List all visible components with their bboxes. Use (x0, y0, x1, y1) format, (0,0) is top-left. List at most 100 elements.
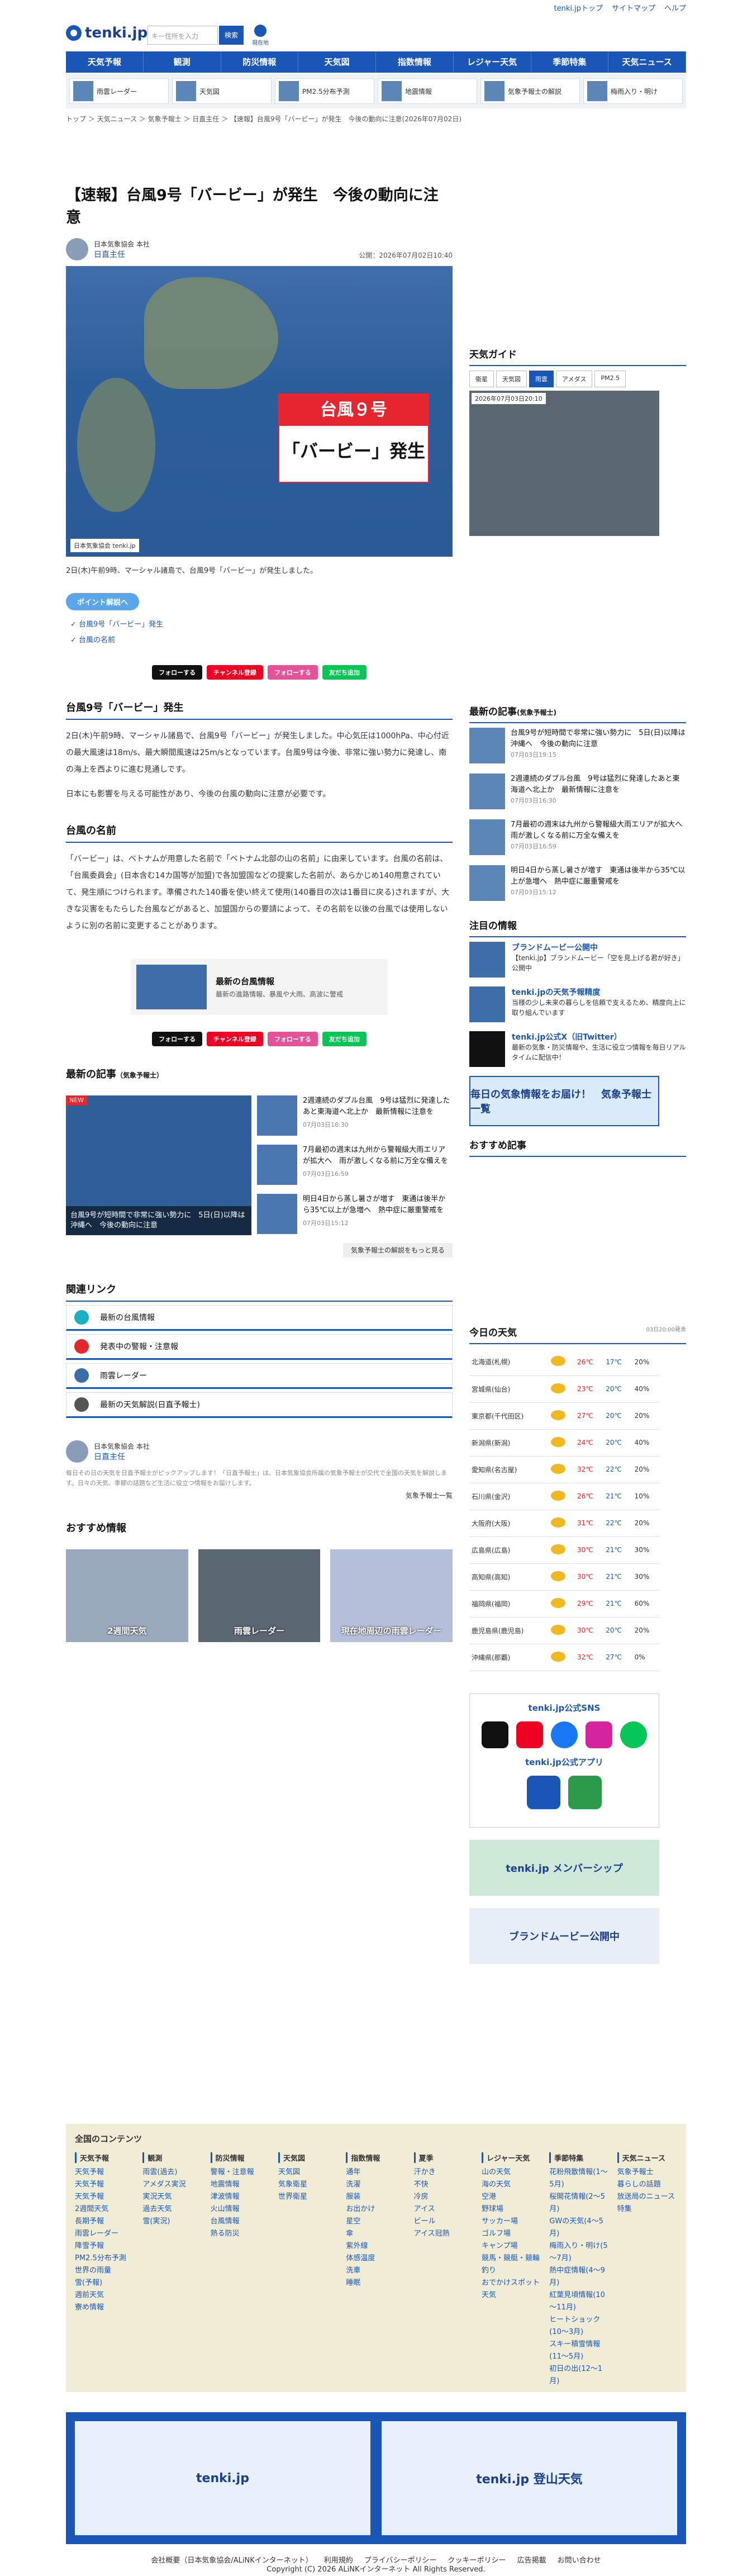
footer-link[interactable]: 傘 (346, 2228, 406, 2240)
gnav-item[interactable]: 指数情報 (376, 51, 454, 73)
footer-link[interactable]: 紅葉見頃情報(10～11月) (549, 2289, 609, 2314)
app-banner[interactable]: tenki.jp (75, 2421, 370, 2535)
featured-article[interactable]: NEW 台風9号が短時間で非常に強い勢力に 5日(日)以降は沖縄へ 今後の動向に注… (66, 1095, 251, 1235)
footer-link[interactable]: ヒートショック(10～3月) (549, 2314, 609, 2338)
facebook-icon[interactable] (551, 1721, 578, 1748)
footer-link[interactable]: 天気予報 (75, 2191, 135, 2203)
youtube-icon[interactable] (516, 1721, 543, 1748)
footer-link[interactable]: 熱中症情報(4～9月) (549, 2265, 609, 2289)
youtube-button[interactable]: チャンネル登録 (207, 665, 263, 680)
weather-row[interactable]: 高知県(高知) 30℃ 21℃ 30% (469, 1563, 659, 1591)
related-item[interactable]: 雨雲レーダー (66, 1363, 453, 1389)
gnav-item[interactable]: 天気ニュース (608, 51, 686, 73)
weather-row[interactable]: 鹿児島県(鹿児島) 30℃ 20℃ 20% (469, 1617, 659, 1644)
notice-item[interactable]: tenki.jp公式X（旧Twitter） 最新の気象・防災情報や、生活に役立つ情… (469, 1031, 686, 1067)
footer-link[interactable]: 雨雲レーダー (75, 2228, 135, 2240)
footer-link[interactable]: サッカー場 (482, 2216, 541, 2228)
footer-link[interactable]: 体感温度 (346, 2252, 406, 2265)
footer-link[interactable]: 地震情報 (211, 2179, 270, 2191)
instagram-icon[interactable] (586, 1721, 612, 1748)
subnav-item[interactable]: 天気図 (172, 78, 272, 104)
footer-link[interactable]: 津波情報 (211, 2191, 270, 2203)
app-icon[interactable] (568, 1775, 602, 1809)
footer-link[interactable]: 山の天気 (482, 2166, 541, 2179)
related-item[interactable]: 最新の天気解説(日直予報士) (66, 1392, 453, 1418)
gnav-item[interactable]: 季節特集 (531, 51, 609, 73)
line-icon[interactable] (620, 1721, 647, 1748)
weather-row[interactable]: 愛知県(名古屋) 32℃ 22℃ 20% (469, 1456, 659, 1483)
footer-link[interactable]: 不快 (414, 2179, 474, 2191)
list-item[interactable]: 2週連続のダブル台風 9号は猛烈に発達したあと東海道へ北上か 最新情報に注意を 0… (257, 1095, 453, 1136)
weather-row[interactable]: 石川県(金沢) 26℃ 21℃ 10% (469, 1483, 659, 1510)
footer-link[interactable]: 天気予報 (75, 2179, 135, 2191)
tab[interactable]: アメダス (556, 371, 593, 387)
list-item[interactable]: 台風9号が短時間で非常に強い勢力に 5日(日)以降は沖縄へ 今後の動向に注意 07… (469, 728, 686, 763)
x-follow-button[interactable]: フォローする (152, 665, 203, 680)
footer-link[interactable]: 桜開花情報(2～5月) (549, 2191, 609, 2216)
x-icon[interactable] (482, 1721, 508, 1748)
tab-active[interactable]: 雨雲 (529, 371, 554, 387)
tab[interactable]: PM2.5 (594, 371, 626, 387)
guide-map[interactable]: 2026年07月03日20:10 (469, 391, 659, 536)
footer-link[interactable]: 服装 (346, 2191, 406, 2203)
footer-link[interactable]: 紫外線 (346, 2240, 406, 2252)
footer-link[interactable]: 火山情報 (211, 2203, 270, 2216)
weather-row[interactable]: 新潟県(新潟) 24℃ 20℃ 40% (469, 1429, 659, 1457)
footer-link[interactable]: 2週間天気 (75, 2203, 135, 2216)
list-item[interactable]: 明日4日から蒸し暑さが増す 東通は後半から35℃以上が急増へ 熱中症に厳重警戒を… (257, 1194, 453, 1234)
footer-link[interactable]: 睡眠 (346, 2277, 406, 2289)
search-input[interactable]: キー住所を入力 (147, 26, 218, 45)
weather-row[interactable]: 東京都(千代田区) 27℃ 20℃ 20% (469, 1402, 659, 1430)
footer-link[interactable]: 過去天気 (142, 2203, 202, 2216)
recommend-item[interactable]: 現在地周辺の雨雲レーダー (330, 1549, 453, 1642)
footer-link[interactable]: 警報・注意報 (211, 2166, 270, 2179)
weather-row[interactable]: 北海道(札幌) 26℃ 17℃ 20% (469, 1349, 659, 1376)
toc-item[interactable]: ✓ 台風9号「バービー」発生 (70, 617, 453, 633)
footer-link[interactable]: 通年 (346, 2166, 406, 2179)
app-icon[interactable] (527, 1775, 560, 1809)
forecaster-banner[interactable]: 毎日の気象情報をお届け！ 気象予報士一覧 (469, 1076, 659, 1126)
footer-link[interactable]: 競馬・競艇・競輪 (482, 2252, 541, 2265)
footer-link[interactable]: 洗車 (346, 2265, 406, 2277)
x-follow-button[interactable]: フォローする (152, 1032, 203, 1046)
footer-link[interactable]: 週前天気 (75, 2289, 135, 2302)
footer-link[interactable]: 雨雲(過去) (142, 2166, 202, 2179)
weather-row[interactable]: 広島県(広島) 30℃ 21℃ 30% (469, 1536, 659, 1564)
line-button[interactable]: 友だち追加 (322, 665, 367, 680)
list-item[interactable]: 7月最初の週末は九州から警報級大雨エリアが拡大へ 雨が激しくなる前に万全な備えを… (469, 819, 689, 855)
notice-item[interactable]: ブランドムービー公開中 【tenki.jp】ブランドムービー「空を見上げる君が好き… (469, 942, 686, 978)
line-button[interactable]: 友だち追加 (322, 1032, 367, 1046)
more-link[interactable]: 気象予報士の解説をもっと見る (66, 1243, 453, 1258)
link-top[interactable]: tenki.jpトップ (554, 2, 602, 13)
footer-link[interactable]: 雪(実況) (142, 2216, 202, 2228)
notice-item[interactable]: tenki.jpの天気予報精度 当様の少し未来の暮らしを信頼で支えるため、精度向上… (469, 986, 686, 1022)
subnav-item[interactable]: PM2.5分布予測 (275, 78, 374, 104)
footer-link[interactable]: 暮らしの話題 (617, 2179, 677, 2191)
footer-link[interactable]: 海の天気 (482, 2179, 541, 2191)
footer-link[interactable]: 実況天気 (142, 2191, 202, 2203)
author-link[interactable]: 日直主任 (94, 250, 125, 259)
footer-link[interactable]: GWの天気(4～5月) (549, 2216, 609, 2240)
footer-link[interactable]: 台風情報 (211, 2216, 270, 2228)
footer-link[interactable]: 放送局のニュース特集 (617, 2191, 677, 2216)
related-item[interactable]: 最新の台風情報 (66, 1305, 453, 1331)
weather-row[interactable]: 沖縄県(那覇) 32℃ 27℃ 0% (469, 1644, 659, 1671)
footer-link[interactable]: 雪(予報) (75, 2277, 135, 2289)
membership-banner[interactable]: tenki.jp メンバーシップ (469, 1839, 659, 1896)
footer-link[interactable]: キャンプ場 (482, 2240, 541, 2252)
footer-link[interactable]: アメダス実況 (142, 2179, 202, 2191)
app-banner[interactable]: tenki.jp 登山天気 (382, 2421, 677, 2535)
instagram-button[interactable]: フォローする (267, 665, 318, 680)
gnav-item[interactable]: レジャー天気 (454, 51, 531, 73)
footer-link[interactable]: 汗かき (414, 2166, 474, 2179)
footer-link[interactable]: 冷房 (414, 2191, 474, 2203)
footer-link[interactable]: 初日の出(12～1月) (549, 2363, 609, 2388)
footer-link[interactable]: 寮め情報 (75, 2302, 135, 2314)
gnav-item[interactable]: 観測 (144, 51, 221, 73)
list-item[interactable]: 明日4日から蒸し暑さが増す 東通は後半から35℃以上が急増へ 熱中症に厳重警戒を… (469, 865, 686, 901)
footer-link[interactable]: 空港 (482, 2191, 541, 2203)
instagram-button[interactable]: フォローする (267, 1032, 318, 1046)
footer-link[interactable]: スキー積雪情報(11～5月) (549, 2338, 609, 2363)
gnav-item[interactable]: 天気図 (298, 51, 376, 73)
footer-link[interactable]: 熱る防災 (211, 2228, 270, 2240)
